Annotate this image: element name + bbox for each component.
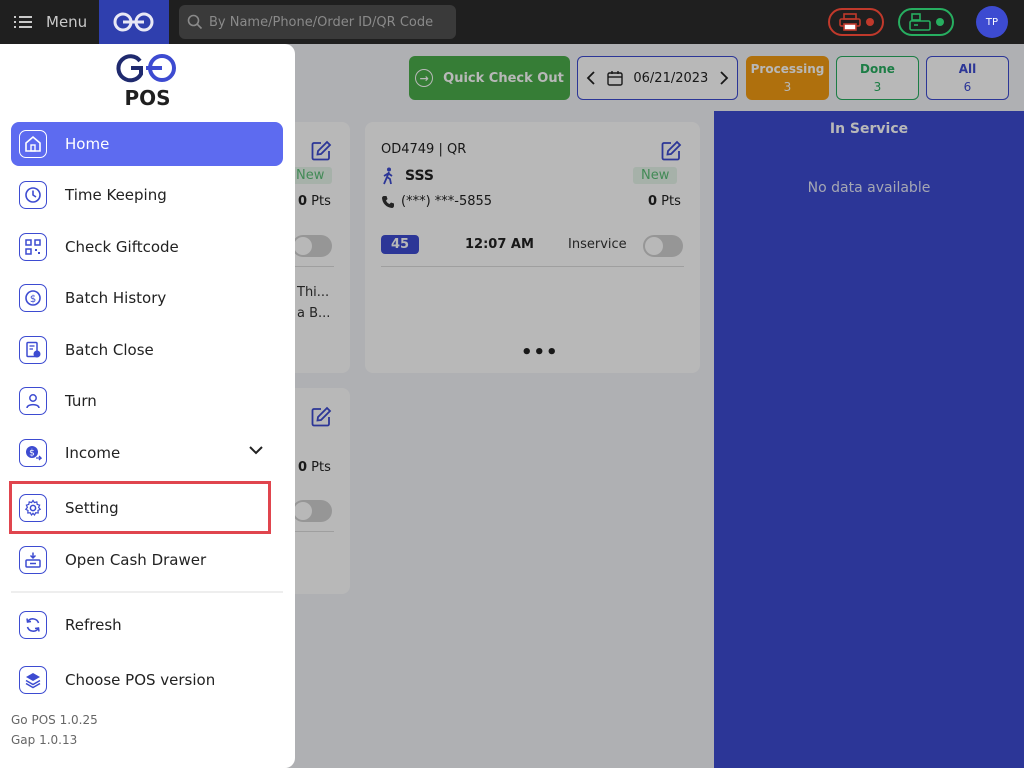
search-input[interactable] xyxy=(209,14,449,30)
nav-label: Choose POS version xyxy=(65,671,216,689)
nav-label: Check Giftcode xyxy=(65,238,179,256)
cash-status-dot xyxy=(935,18,944,26)
drawer-title: POS xyxy=(124,86,171,110)
svg-text:$: $ xyxy=(29,449,35,459)
version-info: Go POS 1.0.25 Gap 1.0.13 xyxy=(11,710,98,750)
clock-icon xyxy=(19,181,47,209)
cash-drawer-status[interactable] xyxy=(898,8,954,36)
go-logo-icon xyxy=(113,12,154,32)
list-icon xyxy=(14,16,32,28)
nav-refresh[interactable]: Refresh xyxy=(11,603,283,647)
pos-terminal-icon xyxy=(908,13,931,31)
search-icon xyxy=(187,14,203,30)
dollar-coin-icon: $ xyxy=(19,284,47,312)
nav-turn[interactable]: Turn xyxy=(11,379,283,423)
svg-text:$: $ xyxy=(30,294,36,305)
drawer-logo: POS xyxy=(0,52,295,110)
avatar[interactable]: TP xyxy=(976,6,1008,38)
printer-status[interactable] xyxy=(828,8,884,36)
nav-label: Refresh xyxy=(65,616,122,634)
top-bar: Menu TP xyxy=(0,0,1024,44)
gap-version: Gap 1.0.13 xyxy=(11,733,78,747)
nav-batch-history[interactable]: $ Batch History xyxy=(11,276,283,320)
printer-icon xyxy=(838,13,861,31)
menu-label: Menu xyxy=(46,13,88,31)
nav-time-keeping[interactable]: Time Keeping xyxy=(11,173,283,217)
refresh-icon xyxy=(19,611,47,639)
layers-icon xyxy=(19,666,47,694)
nav-income[interactable]: $ Income xyxy=(11,431,283,475)
nav-label: Batch History xyxy=(65,289,167,307)
user-icon xyxy=(19,387,47,415)
chevron-down-icon[interactable] xyxy=(249,445,263,455)
app-version: Go POS 1.0.25 xyxy=(11,713,98,727)
printer-status-dot xyxy=(865,18,874,26)
nav-open-cash-drawer[interactable]: Open Cash Drawer xyxy=(11,538,283,582)
setting-highlight xyxy=(9,481,271,534)
search-bar[interactable] xyxy=(179,5,456,39)
app-logo[interactable] xyxy=(99,0,169,44)
side-drawer: POS Home Time Keeping Check Giftcode $ B… xyxy=(0,44,295,768)
nav-label: Income xyxy=(65,444,121,462)
nav-choose-pos-version[interactable]: Choose POS version xyxy=(11,658,283,702)
drawer-divider xyxy=(11,591,283,593)
nav-check-giftcode[interactable]: Check Giftcode xyxy=(11,225,283,269)
nav-home[interactable]: Home xyxy=(11,122,283,166)
cash-drawer-icon xyxy=(19,546,47,574)
qr-icon xyxy=(19,233,47,261)
go-logo-icon xyxy=(115,54,176,83)
nav-label: Open Cash Drawer xyxy=(65,551,207,569)
menu-button[interactable]: Menu xyxy=(14,10,87,34)
nav-batch-close[interactable]: Batch Close xyxy=(11,328,283,372)
nav-label: Turn xyxy=(65,392,97,410)
nav-label: Batch Close xyxy=(65,341,154,359)
nav-label: Time Keeping xyxy=(65,186,167,204)
home-icon xyxy=(19,130,47,158)
income-icon: $ xyxy=(19,439,47,467)
receipt-icon xyxy=(19,336,47,364)
nav-label: Home xyxy=(65,135,110,153)
